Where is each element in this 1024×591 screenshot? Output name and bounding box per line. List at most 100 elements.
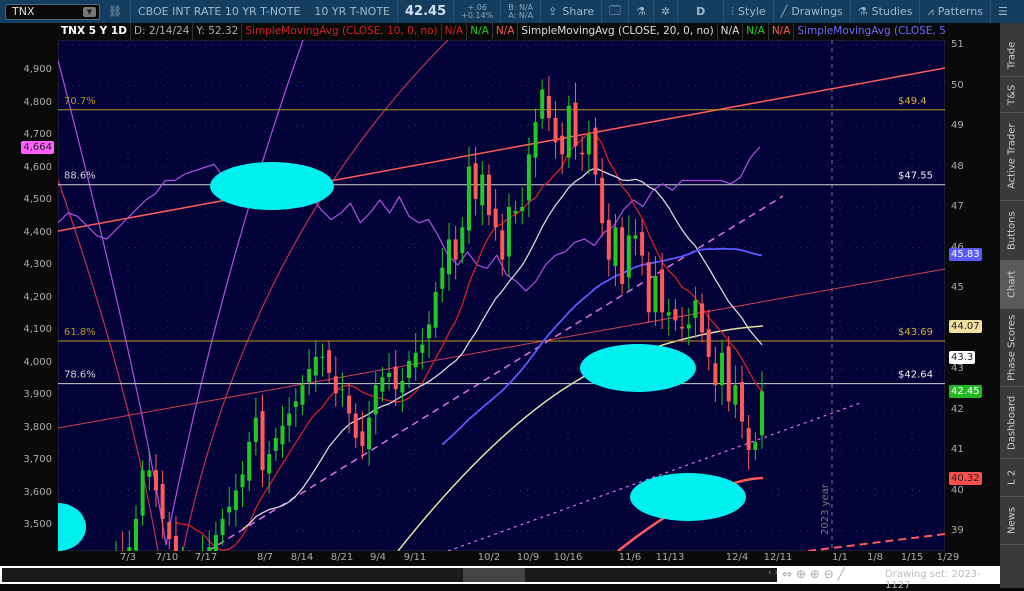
fib-price-label: $43.69 xyxy=(898,327,933,338)
right-axis-tick: 48 xyxy=(951,160,964,172)
left-axis-tick: 3,600 xyxy=(23,486,52,498)
candle-body xyxy=(520,207,525,212)
studies-button[interactable]: ⚗ Studies xyxy=(849,0,920,23)
flask-button[interactable]: ⚗ xyxy=(628,0,653,23)
right-axis-tick: 40 xyxy=(951,484,964,496)
price-badge: 43.3 xyxy=(949,350,976,364)
price-badge: 42.45 xyxy=(949,385,982,399)
menu-button[interactable]: ☰ xyxy=(990,0,1015,23)
alert-button[interactable]: 🗔 xyxy=(601,0,628,23)
sma20-down: N/A xyxy=(769,23,795,40)
candle-body xyxy=(653,275,658,313)
sidebar-tab-t-s[interactable]: T&S xyxy=(1000,77,1024,113)
fib-price-label: $49.4 xyxy=(898,96,927,107)
horizontal-scrollbar[interactable]: ‹ › ⇔ ⊕ ⊕ ⊖ ╱ Drawing set: 2023-1127 xyxy=(0,566,1000,591)
settings-button[interactable]: ✲ xyxy=(652,0,677,23)
right-price-axis: 5150494847464544434241403945.8344.0743.3… xyxy=(945,23,1000,566)
candle-body xyxy=(173,535,178,551)
scroll-thumb[interactable] xyxy=(463,568,525,582)
candle-body xyxy=(167,522,172,540)
right-axis-tick: 47 xyxy=(951,201,964,212)
left-axis-tick: 4,100 xyxy=(23,324,52,335)
share-button[interactable]: ⇪ Share xyxy=(540,0,601,23)
candle-body xyxy=(546,96,551,118)
left-axis-tick: 4,000 xyxy=(23,356,52,368)
candle-body xyxy=(680,326,685,329)
candle-icon: ⫶ xyxy=(731,4,735,18)
sma10-value: N/A xyxy=(442,23,468,40)
flask-icon: ⚗ xyxy=(636,5,646,18)
dropdown-icon[interactable]: ▼ xyxy=(83,6,96,17)
candle-body xyxy=(540,89,545,119)
patterns-button[interactable]: ⩘ Patterns xyxy=(919,0,990,23)
candle-body xyxy=(646,262,651,313)
last-price: 42.45 xyxy=(397,0,453,23)
candle-body xyxy=(440,267,445,289)
sidebar-tab-news[interactable]: News xyxy=(1000,497,1024,545)
left-axis-tick: 4,400 xyxy=(23,226,52,238)
candle-body xyxy=(513,211,518,214)
candle-body xyxy=(433,292,438,328)
study-sma50[interactable]: SimpleMovingAvg (CLOSE, 50, 0, no) xyxy=(794,23,945,40)
cursor-date: D: 2/14/24 xyxy=(131,23,194,40)
price-badge: 40.32 xyxy=(949,471,982,485)
candle-body xyxy=(327,350,332,374)
alert-icon: 🗔 xyxy=(609,4,622,17)
price-badge: 45.83 xyxy=(949,248,982,262)
comparison-price-badge: 4,664 xyxy=(21,140,54,154)
candle-body xyxy=(160,484,165,519)
zoom-tools-icon[interactable]: ⇔ ⊕ ⊕ ⊖ ╱ xyxy=(782,567,845,581)
candle-body xyxy=(247,441,252,481)
scroll-track[interactable] xyxy=(2,568,777,582)
scroll-arrows-icon[interactable]: ‹ › xyxy=(768,568,778,578)
candle-body xyxy=(720,352,725,386)
ask: A: N/A xyxy=(508,10,534,20)
candle-body xyxy=(347,395,352,414)
aggregation-button[interactable]: D xyxy=(677,0,723,23)
sidebar-tab-phase-scores[interactable]: Phase Scores xyxy=(1000,309,1024,387)
share-label: Share xyxy=(562,5,595,18)
price-chart[interactable]: 2023 year 70.7% $49.4 88.6% $47.55 61.8% $43.6… xyxy=(58,40,945,551)
sidebar-tab-active-trader[interactable]: Active Trader xyxy=(1000,113,1024,201)
fib-pct-label: 88.6% xyxy=(64,171,96,182)
left-axis-tick: 3,800 xyxy=(23,421,52,433)
candle-body xyxy=(660,269,665,313)
fib-price-label: $42.64 xyxy=(898,370,933,381)
sma10-down: N/A xyxy=(493,23,519,40)
candle-body xyxy=(413,352,418,368)
candle-body xyxy=(300,385,305,405)
candle-body xyxy=(400,381,405,393)
sidebar-tab-dashboard[interactable]: Dashboard xyxy=(1000,387,1024,459)
flask-icon: ⚗ xyxy=(857,5,868,18)
study-sma10[interactable]: SimpleMovingAvg (CLOSE, 10, 0, no) xyxy=(242,23,442,40)
sidebar-tab-chart[interactable]: Chart xyxy=(1000,261,1024,309)
pattern-icon: ⩘ xyxy=(927,4,934,18)
candle-body xyxy=(360,431,365,446)
drawings-button[interactable]: ╱ Drawings xyxy=(772,0,850,23)
style-button[interactable]: ⫶ Style xyxy=(723,0,772,23)
sidebar-tab-trade[interactable]: Trade xyxy=(1000,35,1024,77)
right-axis-tick: 49 xyxy=(951,120,964,131)
candle-body xyxy=(267,454,272,474)
study-sma20[interactable]: SimpleMovingAvg (CLOSE, 20, 0, no) xyxy=(518,23,718,40)
candle-body xyxy=(573,102,578,147)
time-axis-tick: 9/11 xyxy=(403,552,427,563)
candle-body xyxy=(220,518,225,536)
sma10-up: N/A xyxy=(467,23,493,40)
sidebar-tab-l-2[interactable]: L 2 xyxy=(1000,459,1024,497)
candle-body xyxy=(313,356,318,376)
time-axis-tick: 10/16 xyxy=(553,552,583,563)
plot-background xyxy=(58,40,945,551)
time-axis-tick: 11/13 xyxy=(655,552,685,563)
right-sidebar-tabs: Trade T&S Active Trader Buttons Chart Phase S… xyxy=(1000,23,1024,588)
symbol-input[interactable]: TNX ▼ xyxy=(5,3,100,20)
candle-body xyxy=(453,239,458,260)
time-axis-tick: 10/9 xyxy=(516,552,540,563)
candle-body xyxy=(320,356,325,358)
candle-body xyxy=(280,425,285,445)
sidebar-tab-buttons[interactable]: Buttons xyxy=(1000,201,1024,261)
link-icon[interactable]: ⛓ xyxy=(108,5,122,18)
aggregation-label: D xyxy=(696,5,706,18)
candle-body xyxy=(466,166,471,231)
left-axis-tick: 3,500 xyxy=(23,519,52,530)
